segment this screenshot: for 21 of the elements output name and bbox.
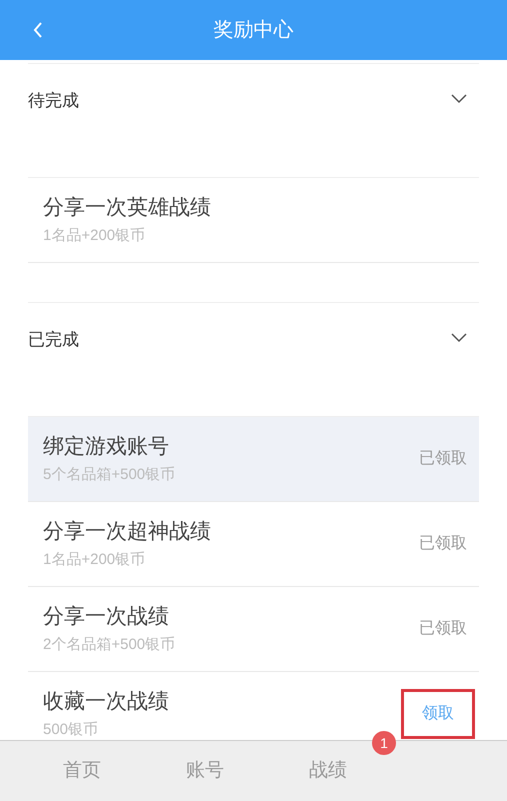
notification-badge: 1 xyxy=(372,731,396,755)
task-reward: 500银币 xyxy=(43,722,100,737)
claimed-status: 已领取 xyxy=(419,534,467,554)
back-icon[interactable] xyxy=(33,22,43,38)
section-title: 待完成 xyxy=(28,90,80,112)
page-title: 奖励中心 xyxy=(214,18,294,43)
task-reward: 5个名品箱+500银币 xyxy=(43,467,176,482)
task-reward: 1名品+200银币 xyxy=(43,552,146,567)
task-title: 绑定游戏账号 xyxy=(43,436,170,457)
task-title: 收藏一次战绩 xyxy=(43,691,170,712)
task-reward: 2个名品箱+500银币 xyxy=(43,637,176,652)
task-title: 分享一次超神战绩 xyxy=(43,521,212,542)
task-reward: 1名品+200银币 xyxy=(43,228,146,243)
task-title: 分享一次英雄战绩 xyxy=(43,197,212,218)
chevron-down-icon[interactable] xyxy=(451,94,467,104)
section-title: 已完成 xyxy=(28,329,80,351)
claimed-status: 已领取 xyxy=(419,449,467,469)
task-title: 分享一次战绩 xyxy=(43,606,170,627)
chevron-down-icon[interactable] xyxy=(451,333,467,343)
task-row[interactable]: 绑定游戏账号 5个名品箱+500银币 已领取 xyxy=(28,417,479,502)
claimed-status: 已领取 xyxy=(419,619,467,639)
